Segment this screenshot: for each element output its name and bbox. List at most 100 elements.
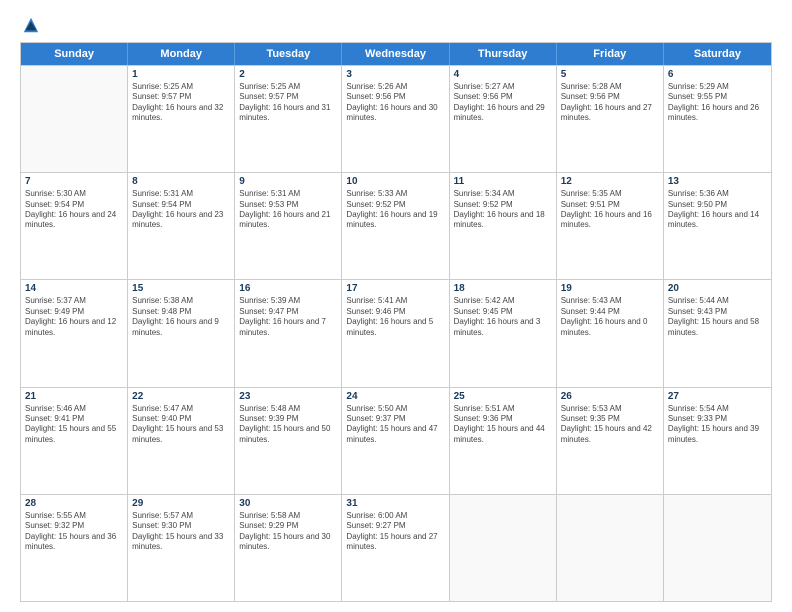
calendar-cell [21,66,128,172]
cell-info: Sunrise: 5:31 AMSunset: 9:54 PMDaylight:… [132,189,230,231]
day-number: 10 [346,176,444,187]
cell-info: Sunrise: 5:25 AMSunset: 9:57 PMDaylight:… [239,82,337,124]
calendar-cell [664,495,771,601]
calendar-row: 1 Sunrise: 5:25 AMSunset: 9:57 PMDaylight… [21,65,771,172]
day-number: 29 [132,498,230,509]
cell-info: Sunrise: 5:48 AMSunset: 9:39 PMDaylight:… [239,404,337,446]
logo [20,16,40,34]
day-number: 18 [454,283,552,294]
calendar-row: 21 Sunrise: 5:46 AMSunset: 9:41 PMDayligh… [21,387,771,494]
cell-info: Sunrise: 5:51 AMSunset: 9:36 PMDaylight:… [454,404,552,446]
calendar-cell [450,495,557,601]
calendar-cell: 24Sunrise: 5:50 AMSunset: 9:37 PMDayligh… [342,388,449,494]
day-number: 25 [454,391,552,402]
calendar-row: 28 Sunrise: 5:55 AMSunset: 9:32 PMDayligh… [21,494,771,601]
calendar-cell: 7Sunrise: 5:30 AMSunset: 9:54 PMDaylight… [21,173,128,279]
calendar-cell: 23 Sunrise: 5:48 AMSunset: 9:39 PMDayligh… [235,388,342,494]
day-number: 16 [239,283,337,294]
weekday-header: Sunday [21,43,128,65]
day-number: 11 [454,176,552,187]
cell-info: Sunrise: 5:54 AMSunset: 9:33 PMDaylight:… [668,404,767,446]
calendar-row: 7Sunrise: 5:30 AMSunset: 9:54 PMDaylight… [21,172,771,279]
day-number: 20 [668,283,767,294]
cell-info: Sunrise: 5:58 AMSunset: 9:29 PMDaylight:… [239,511,337,553]
cell-info: Sunrise: 5:50 AMSunset: 9:37 PMDaylight:… [346,404,444,446]
calendar-cell: 31 Sunrise: 6:00 AMSunset: 9:27 PMDayligh… [342,495,449,601]
cell-info: Sunrise: 5:46 AMSunset: 9:41 PMDaylight:… [25,404,123,446]
cell-info: Sunrise: 5:25 AMSunset: 9:57 PMDaylight:… [132,82,230,124]
day-number: 6 [668,69,767,80]
weekday-header: Thursday [450,43,557,65]
weekday-header: Tuesday [235,43,342,65]
cell-info: Sunrise: 5:43 AMSunset: 9:44 PMDaylight:… [561,296,659,338]
calendar-cell: 14 Sunrise: 5:37 AMSunset: 9:49 PMDayligh… [21,280,128,386]
calendar-cell: 20 Sunrise: 5:44 AMSunset: 9:43 PMDayligh… [664,280,771,386]
weekday-header: Friday [557,43,664,65]
calendar-cell: 18 Sunrise: 5:42 AMSunset: 9:45 PMDayligh… [450,280,557,386]
cell-info: Sunrise: 5:37 AMSunset: 9:49 PMDaylight:… [25,296,123,338]
cell-info: Sunrise: 5:57 AMSunset: 9:30 PMDaylight:… [132,511,230,553]
day-number: 1 [132,69,230,80]
calendar-cell: 11 Sunrise: 5:34 AMSunset: 9:52 PMDayligh… [450,173,557,279]
day-number: 12 [561,176,659,187]
calendar-cell: 9Sunrise: 5:31 AMSunset: 9:53 PMDaylight… [235,173,342,279]
calendar-header: SundayMondayTuesdayWednesdayThursdayFrid… [21,43,771,65]
day-number: 23 [239,391,337,402]
cell-info: Sunrise: 5:55 AMSunset: 9:32 PMDaylight:… [25,511,123,553]
cell-info: Sunrise: 6:00 AMSunset: 9:27 PMDaylight:… [346,511,444,553]
day-number: 3 [346,69,444,80]
day-number: 30 [239,498,337,509]
day-number: 8 [132,176,230,187]
cell-info: Sunrise: 5:26 AMSunset: 9:56 PMDaylight:… [346,82,444,124]
day-number: 22 [132,391,230,402]
calendar-cell: 10 Sunrise: 5:33 AMSunset: 9:52 PMDayligh… [342,173,449,279]
day-number: 14 [25,283,123,294]
calendar-body: 1 Sunrise: 5:25 AMSunset: 9:57 PMDaylight… [21,65,771,601]
logo-icon [22,16,40,34]
calendar-cell: 29 Sunrise: 5:57 AMSunset: 9:30 PMDayligh… [128,495,235,601]
day-number: 21 [25,391,123,402]
cell-info: Sunrise: 5:31 AMSunset: 9:53 PMDaylight:… [239,189,337,231]
calendar: SundayMondayTuesdayWednesdayThursdayFrid… [20,42,772,602]
cell-info: Sunrise: 5:35 AMSunset: 9:51 PMDaylight:… [561,189,659,231]
day-number: 13 [668,176,767,187]
day-number: 4 [454,69,552,80]
day-number: 31 [346,498,444,509]
cell-info: Sunrise: 5:36 AMSunset: 9:50 PMDaylight:… [668,189,767,231]
day-number: 26 [561,391,659,402]
cell-info: Sunrise: 5:42 AMSunset: 9:45 PMDaylight:… [454,296,552,338]
cell-info: Sunrise: 5:41 AMSunset: 9:46 PMDaylight:… [346,296,444,338]
calendar-cell [557,495,664,601]
calendar-cell: 5 Sunrise: 5:28 AMSunset: 9:56 PMDaylight… [557,66,664,172]
day-number: 2 [239,69,337,80]
calendar-cell: 30 Sunrise: 5:58 AMSunset: 9:29 PMDayligh… [235,495,342,601]
cell-info: Sunrise: 5:39 AMSunset: 9:47 PMDaylight:… [239,296,337,338]
calendar-cell: 16 Sunrise: 5:39 AMSunset: 9:47 PMDayligh… [235,280,342,386]
calendar-cell: 13 Sunrise: 5:36 AMSunset: 9:50 PMDayligh… [664,173,771,279]
calendar-cell: 17Sunrise: 5:41 AMSunset: 9:46 PMDayligh… [342,280,449,386]
calendar-cell: 19Sunrise: 5:43 AMSunset: 9:44 PMDayligh… [557,280,664,386]
day-number: 7 [25,176,123,187]
calendar-cell: 28 Sunrise: 5:55 AMSunset: 9:32 PMDayligh… [21,495,128,601]
calendar-cell: 8 Sunrise: 5:31 AMSunset: 9:54 PMDaylight… [128,173,235,279]
day-number: 15 [132,283,230,294]
cell-info: Sunrise: 5:38 AMSunset: 9:48 PMDaylight:… [132,296,230,338]
day-number: 28 [25,498,123,509]
calendar-cell: 2 Sunrise: 5:25 AMSunset: 9:57 PMDaylight… [235,66,342,172]
calendar-cell: 21 Sunrise: 5:46 AMSunset: 9:41 PMDayligh… [21,388,128,494]
header [20,16,772,34]
weekday-header: Saturday [664,43,771,65]
cell-info: Sunrise: 5:34 AMSunset: 9:52 PMDaylight:… [454,189,552,231]
cell-info: Sunrise: 5:33 AMSunset: 9:52 PMDaylight:… [346,189,444,231]
calendar-cell: 27 Sunrise: 5:54 AMSunset: 9:33 PMDayligh… [664,388,771,494]
day-number: 5 [561,69,659,80]
calendar-cell: 6Sunrise: 5:29 AMSunset: 9:55 PMDaylight… [664,66,771,172]
cell-info: Sunrise: 5:44 AMSunset: 9:43 PMDaylight:… [668,296,767,338]
calendar-cell: 25 Sunrise: 5:51 AMSunset: 9:36 PMDayligh… [450,388,557,494]
day-number: 27 [668,391,767,402]
cell-info: Sunrise: 5:47 AMSunset: 9:40 PMDaylight:… [132,404,230,446]
calendar-cell: 4Sunrise: 5:27 AMSunset: 9:56 PMDaylight… [450,66,557,172]
weekday-header: Monday [128,43,235,65]
page: SundayMondayTuesdayWednesdayThursdayFrid… [0,0,792,612]
cell-info: Sunrise: 5:28 AMSunset: 9:56 PMDaylight:… [561,82,659,124]
